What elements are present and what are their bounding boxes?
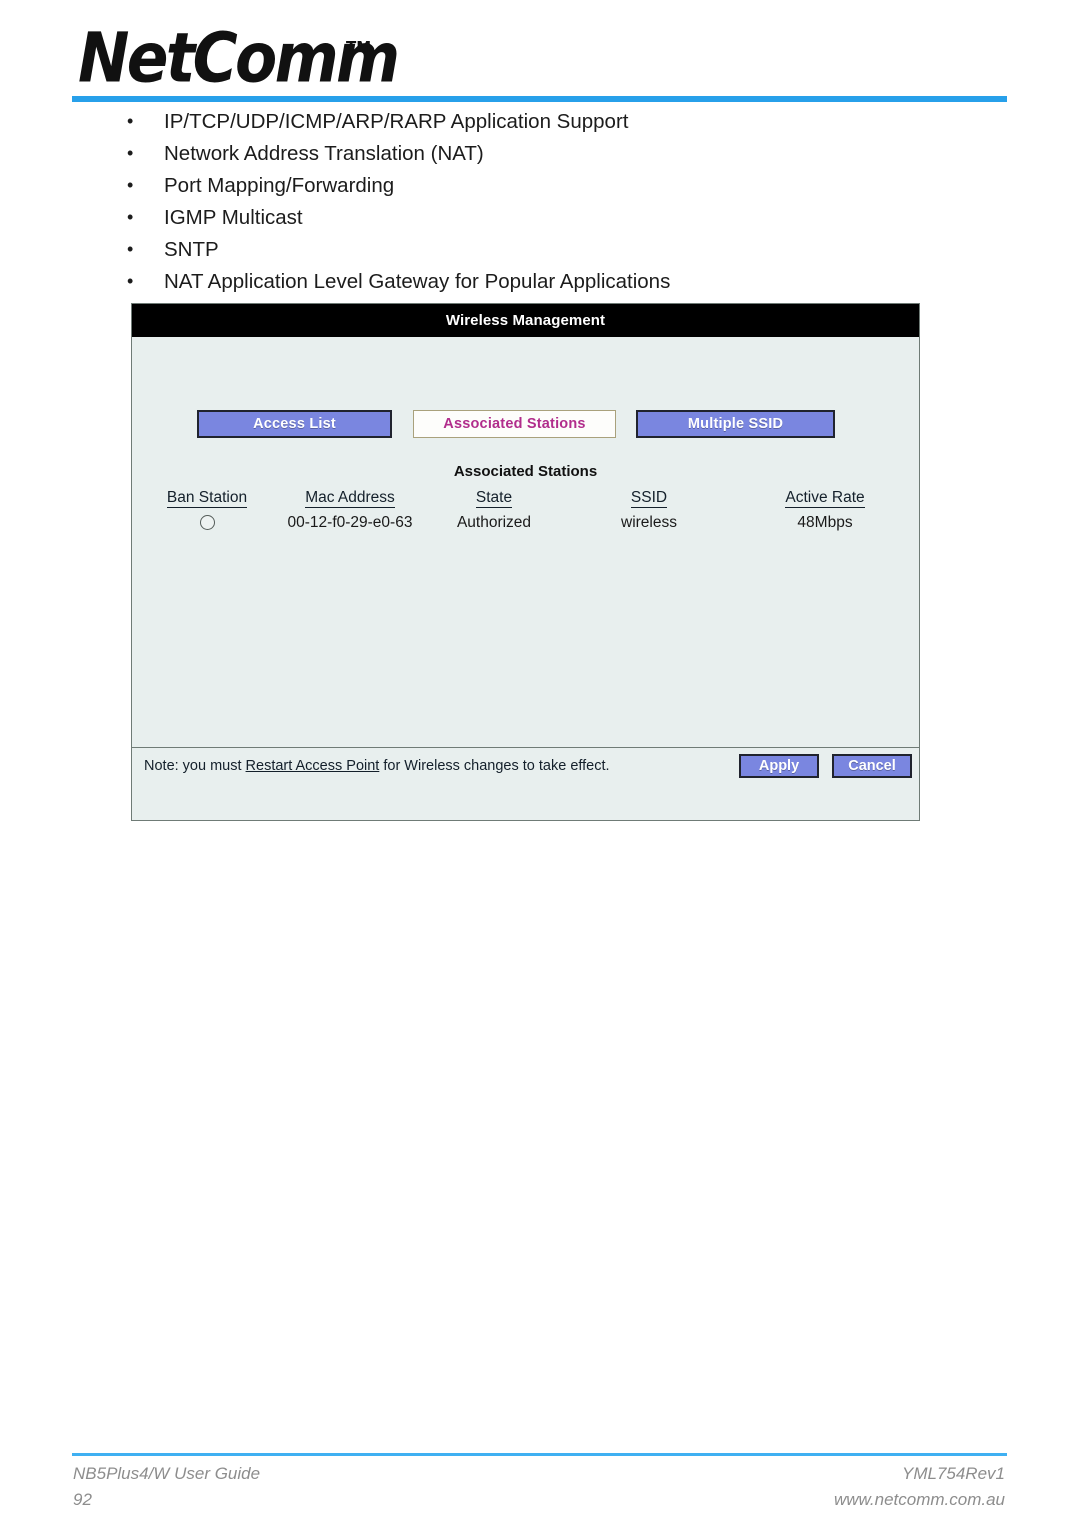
page-title: Wireless Management bbox=[132, 304, 919, 337]
cancel-button[interactable]: Cancel bbox=[832, 754, 912, 778]
header-rule bbox=[72, 96, 1007, 102]
column-header-state: State bbox=[475, 489, 513, 508]
footer-website-url: www.netcomm.com.au bbox=[834, 1490, 1005, 1509]
footer-note-suffix: for Wireless changes to take effect. bbox=[379, 758, 610, 774]
tab-bar: Access List Associated Stations Multiple… bbox=[132, 410, 919, 440]
list-item: IP/TCP/UDP/ICMP/ARP/RARP Application Sup… bbox=[120, 105, 980, 138]
list-item: Port Mapping/Forwarding bbox=[120, 169, 980, 202]
column-header-ssid: SSID bbox=[630, 489, 668, 508]
ssid-cell: wireless bbox=[621, 514, 677, 531]
radio-button-unchecked-icon[interactable] bbox=[199, 515, 215, 531]
trademark-symbol: TM bbox=[346, 38, 372, 56]
list-item: SNTP bbox=[120, 233, 980, 266]
logo-wordmark: NetComm bbox=[78, 18, 400, 99]
tab-multiple-ssid[interactable]: Multiple SSID bbox=[636, 410, 835, 438]
router-footer-bar: Note: you must Restart Access Point for … bbox=[132, 747, 919, 784]
router-body: Access List Associated Stations Multiple… bbox=[132, 337, 919, 784]
list-item: IGMP Multicast bbox=[120, 201, 980, 234]
column-header-ban-station: Ban Station bbox=[166, 489, 248, 508]
apply-button[interactable]: Apply bbox=[739, 754, 819, 778]
associated-stations-table: Ban Station Mac Address State SSID Activ… bbox=[148, 489, 906, 533]
mac-address-cell: 00-12-f0-29-e0-63 bbox=[287, 514, 413, 531]
list-item: NAT Application Level Gateway for Popula… bbox=[120, 265, 980, 298]
column-header-active-rate: Active Rate bbox=[785, 489, 865, 508]
footer-guide-title: NB5Plus4/W User Guide bbox=[73, 1464, 261, 1483]
restart-access-point-link[interactable]: Restart Access Point bbox=[246, 758, 380, 774]
footer-note: Note: you must Restart Access Point for … bbox=[144, 758, 610, 774]
tab-associated-stations[interactable]: Associated Stations bbox=[413, 410, 616, 438]
table-row: 00-12-f0-29-e0-63 Authorized wireless 48… bbox=[148, 510, 906, 533]
ban-station-cell bbox=[148, 510, 266, 533]
state-cell: Authorized bbox=[456, 514, 532, 531]
feature-list: IP/TCP/UDP/ICMP/ARP/RARP Application Sup… bbox=[120, 105, 980, 298]
list-item: Network Address Translation (NAT) bbox=[120, 137, 980, 170]
active-rate-cell: 48Mbps bbox=[797, 514, 853, 531]
footer-page-number: 92 bbox=[73, 1490, 92, 1509]
footer-revision: YML754Rev1 bbox=[901, 1464, 1005, 1483]
router-ui-screenshot: Wireless Management Access List Associat… bbox=[131, 303, 920, 821]
footer-rule bbox=[72, 1453, 1007, 1456]
column-header-mac-address: Mac Address bbox=[305, 489, 395, 508]
netcomm-logo: NetComm TM bbox=[78, 18, 400, 98]
section-title: Associated Stations bbox=[453, 463, 598, 480]
tab-access-list[interactable]: Access List bbox=[197, 410, 392, 438]
table-header-row: Ban Station Mac Address State SSID Activ… bbox=[148, 489, 906, 510]
footer-note-prefix: Note: you must bbox=[144, 758, 246, 774]
